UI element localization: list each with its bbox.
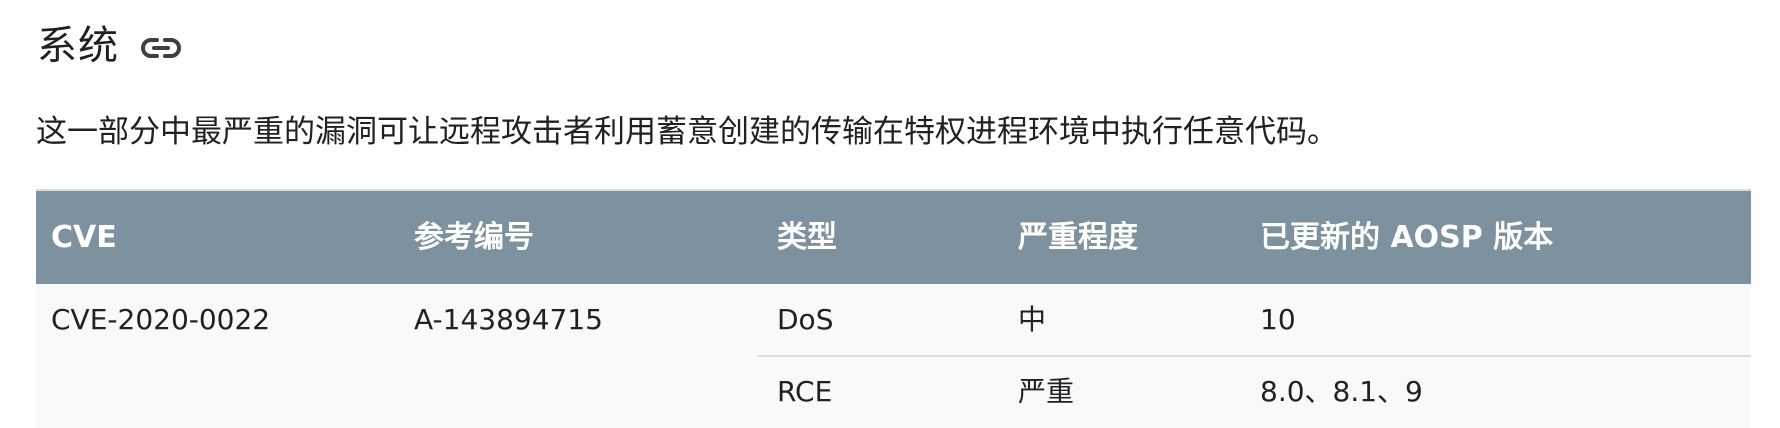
cell-severity: 严重: [1018, 375, 1075, 408]
row-divider: [758, 355, 1751, 357]
header-severity: 严重程度: [1018, 220, 1138, 255]
page: 系统 这一部分中最严重的漏洞可让远程攻击者利用蓄意创建的传输在特权进程环境中执行…: [0, 0, 1780, 428]
cell-type: DoS: [777, 303, 834, 336]
cell-reference: A-143894715: [414, 303, 603, 336]
cell-cve: CVE-2020-0022: [51, 303, 271, 336]
cell-aosp-versions: 10: [1260, 303, 1296, 336]
section-title: 系统: [37, 23, 119, 69]
header-reference: 参考编号: [414, 220, 534, 255]
section-heading: 系统: [37, 18, 183, 74]
vulnerability-table: CVE 参考编号 类型 严重程度 已更新的 AOSP 版本 CVE-2020-0…: [36, 189, 1751, 428]
cell-severity: 中: [1018, 303, 1047, 336]
header-type: 类型: [777, 220, 837, 255]
cell-aosp-versions: 8.0、8.1、9: [1260, 375, 1423, 408]
table-header: CVE 参考编号 类型 严重程度 已更新的 AOSP 版本: [36, 189, 1751, 284]
cell-type: RCE: [777, 375, 833, 408]
table-body: CVE-2020-0022 A-143894715 DoS 中 10 RCE 严…: [36, 284, 1751, 428]
header-aosp-versions: 已更新的 AOSP 版本: [1260, 220, 1554, 255]
section-intro: 这一部分中最严重的漏洞可让远程攻击者利用蓄意创建的传输在特权进程环境中执行任意代…: [36, 114, 1338, 150]
header-cve: CVE: [51, 220, 117, 255]
link-icon[interactable]: [139, 35, 183, 61]
